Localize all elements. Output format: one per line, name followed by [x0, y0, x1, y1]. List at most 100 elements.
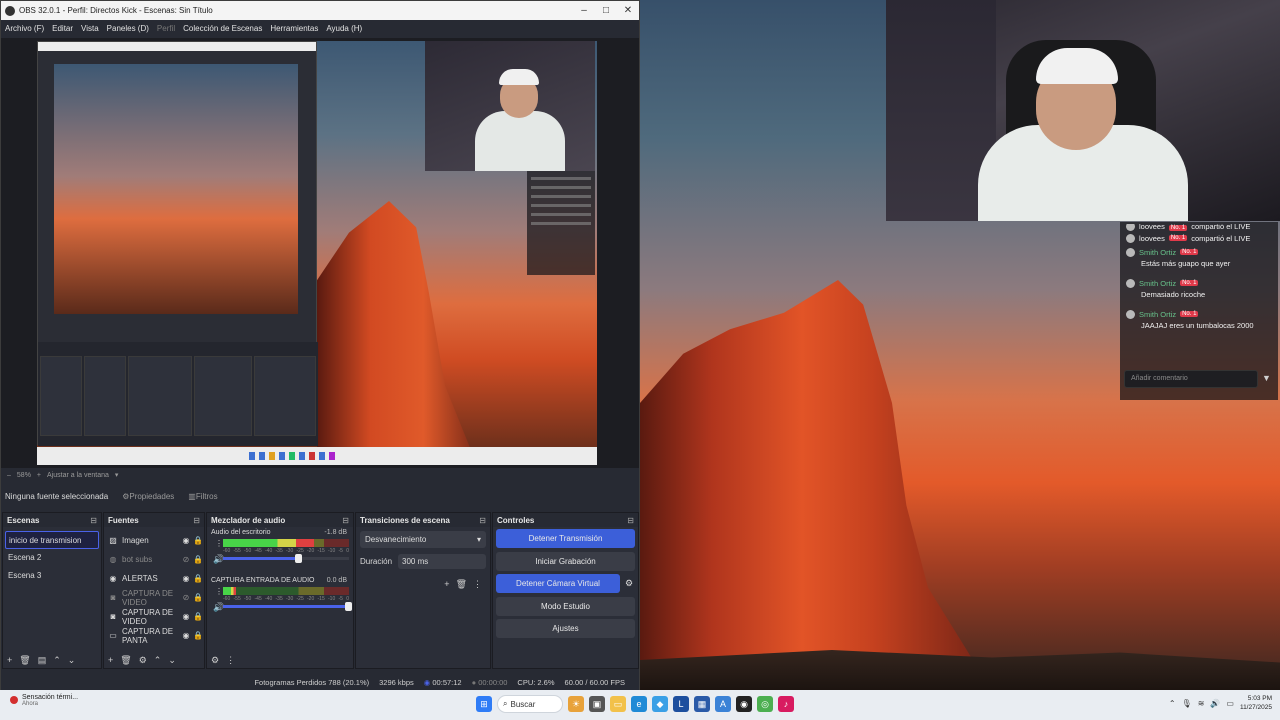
menu-item[interactable]: Ayuda (H): [326, 24, 362, 33]
lock-icon[interactable]: 🔒: [192, 631, 204, 640]
file-explorer-icon[interactable]: ▭: [610, 696, 626, 712]
fit-to-window-label[interactable]: Ajustar a la ventana: [47, 472, 109, 479]
move-up-icon[interactable]: ⌃: [53, 655, 61, 666]
studio-mode-button[interactable]: Modo Estudio: [496, 596, 635, 616]
scene-item[interactable]: Escena 3: [3, 567, 101, 585]
lock-icon[interactable]: 🔒: [192, 574, 204, 583]
filters-button[interactable]: ▥Filtros: [188, 492, 217, 501]
microphone-icon[interactable]: 🎙: [1182, 699, 1192, 708]
l-app-icon[interactable]: L: [673, 696, 689, 712]
clock[interactable]: 5:03 PM 11/27/2025: [1240, 694, 1272, 712]
minimize-button[interactable]: –: [573, 5, 595, 16]
menu-item[interactable]: Archivo (F): [5, 24, 44, 33]
close-button[interactable]: ✕: [617, 5, 639, 16]
maximize-button[interactable]: □: [595, 5, 617, 16]
move-up-icon[interactable]: ⌃: [154, 655, 162, 666]
transition-select[interactable]: Desvanecimiento ▾: [360, 531, 486, 548]
menu-item[interactable]: Perfil: [157, 24, 175, 33]
zoom-out-icon[interactable]: –: [7, 472, 11, 479]
channel-menu-icon[interactable]: ⋮: [215, 587, 223, 596]
task-view-icon[interactable]: ▣: [589, 696, 605, 712]
lock-icon[interactable]: 🔒: [192, 612, 204, 621]
visibility-icon[interactable]: ◉: [180, 574, 192, 583]
source-settings-icon[interactable]: ⚙: [139, 655, 147, 666]
start-recording-button[interactable]: Iniciar Grabación: [496, 551, 635, 571]
preview-taskbar: [37, 447, 597, 465]
obs-taskbar-icon[interactable]: ◉: [736, 696, 752, 712]
menu-item[interactable]: Editar: [52, 24, 73, 33]
source-item[interactable]: ◙ CAPTURA DE VIDEO ⊘ 🔒: [104, 588, 204, 607]
tiktok-icon[interactable]: ♪: [778, 696, 794, 712]
remove-source-icon[interactable]: 🗑: [120, 655, 131, 666]
source-item[interactable]: ◙ CAPTURA DE VIDEO ◉ 🔒: [104, 607, 204, 626]
scene-item[interactable]: inicio de transmision: [5, 531, 99, 549]
weather-notification[interactable]: Sensación térmi... Ahora: [10, 694, 78, 707]
chrome-icon[interactable]: ◎: [757, 696, 773, 712]
visibility-icon[interactable]: ◉: [180, 536, 192, 545]
source-item[interactable]: ◉ ALERTAS ◉ 🔒: [104, 569, 204, 588]
properties-button[interactable]: ⚙Propiedades: [122, 492, 174, 501]
transition-menu-icon[interactable]: ⋮: [473, 579, 482, 590]
slider-handle[interactable]: [345, 602, 352, 611]
visibility-icon[interactable]: ⊘: [180, 593, 192, 602]
channel-db: 0.0 dB: [326, 577, 347, 584]
slider-handle[interactable]: [294, 554, 302, 563]
volume-slider[interactable]: [223, 602, 352, 611]
lock-icon[interactable]: 🔒: [192, 593, 204, 602]
chevron-down-icon[interactable]: ▾: [115, 471, 119, 479]
duration-input[interactable]: 300 ms: [398, 554, 486, 569]
volume-slider[interactable]: [223, 554, 349, 563]
chevron-up-icon[interactable]: ⌃: [1169, 699, 1176, 708]
dock-menu-icon[interactable]: ⊟: [479, 516, 486, 525]
filter-icon[interactable]: ▼: [1262, 373, 1271, 383]
a-app-icon[interactable]: A: [715, 696, 731, 712]
edge-icon[interactable]: e: [631, 696, 647, 712]
zoom-in-icon[interactable]: +: [37, 472, 41, 479]
add-transition-icon[interactable]: +: [444, 579, 449, 590]
lock-icon[interactable]: 🔒: [192, 536, 204, 545]
menu-item[interactable]: Herramientas: [270, 24, 318, 33]
dock-menu-icon[interactable]: ⊟: [627, 516, 634, 525]
dock-menu-icon[interactable]: ⊟: [342, 516, 349, 525]
cpu-usage: CPU: 2.6%: [517, 677, 555, 687]
visibility-icon[interactable]: ◉: [180, 631, 192, 640]
battery-icon[interactable]: ▭: [1226, 699, 1234, 708]
add-scene-icon[interactable]: +: [7, 655, 12, 666]
lock-icon[interactable]: 🔒: [192, 555, 204, 564]
scene-item[interactable]: Escena 2: [3, 549, 101, 567]
preview-canvas[interactable]: [37, 41, 597, 465]
start-icon[interactable]: ⊞: [476, 696, 492, 712]
volume-icon[interactable]: 🔊: [1210, 699, 1220, 708]
remove-transition-icon[interactable]: 🗑: [456, 579, 467, 590]
wifi-icon[interactable]: ≋: [1198, 699, 1205, 708]
scene-filters-icon[interactable]: ▤: [38, 655, 47, 666]
source-item[interactable]: ▭ CAPTURA DE PANTA ◉ 🔒: [104, 626, 204, 645]
advanced-audio-icon[interactable]: ⚙: [211, 655, 219, 666]
chat-text: JAAJAJ eres un tumbalocas 2000: [1141, 321, 1254, 330]
stop-stream-button[interactable]: Detener Transmisión: [496, 529, 635, 548]
add-source-icon[interactable]: +: [108, 655, 113, 666]
calculator-icon[interactable]: ▦: [694, 696, 710, 712]
settings-button[interactable]: Ajustes: [496, 619, 635, 638]
gear-icon[interactable]: ⚙: [623, 578, 635, 589]
visibility-icon[interactable]: ◉: [180, 612, 192, 621]
menu-item[interactable]: Colección de Escenas: [183, 24, 262, 33]
remove-scene-icon[interactable]: 🗑: [19, 655, 30, 666]
channel-menu-icon[interactable]: ⋮: [215, 539, 223, 548]
search-box[interactable]: ⌕ Buscar: [497, 695, 563, 713]
visibility-icon[interactable]: ⊘: [180, 555, 192, 564]
move-down-icon[interactable]: ⌄: [168, 655, 176, 666]
dock-menu-icon[interactable]: ⊟: [193, 516, 200, 525]
source-item[interactable]: ◍ bot subs ⊘ 🔒: [104, 550, 204, 569]
menu-item[interactable]: Vista: [81, 24, 99, 33]
store-icon[interactable]: ◆: [652, 696, 668, 712]
chat-input[interactable]: Añadir comentario: [1124, 370, 1258, 388]
preview-area[interactable]: [1, 38, 639, 468]
stop-virtualcam-button[interactable]: Detener Cámara Virtual: [496, 574, 620, 593]
source-item[interactable]: ▨ Imagen ◉ 🔒: [104, 531, 204, 550]
mixer-menu-icon[interactable]: ⋮: [226, 655, 235, 666]
move-down-icon[interactable]: ⌄: [68, 655, 76, 666]
menu-item[interactable]: Paneles (D): [107, 24, 149, 33]
widgets-icon[interactable]: ☀: [568, 696, 584, 712]
dock-menu-icon[interactable]: ⊟: [90, 516, 97, 525]
